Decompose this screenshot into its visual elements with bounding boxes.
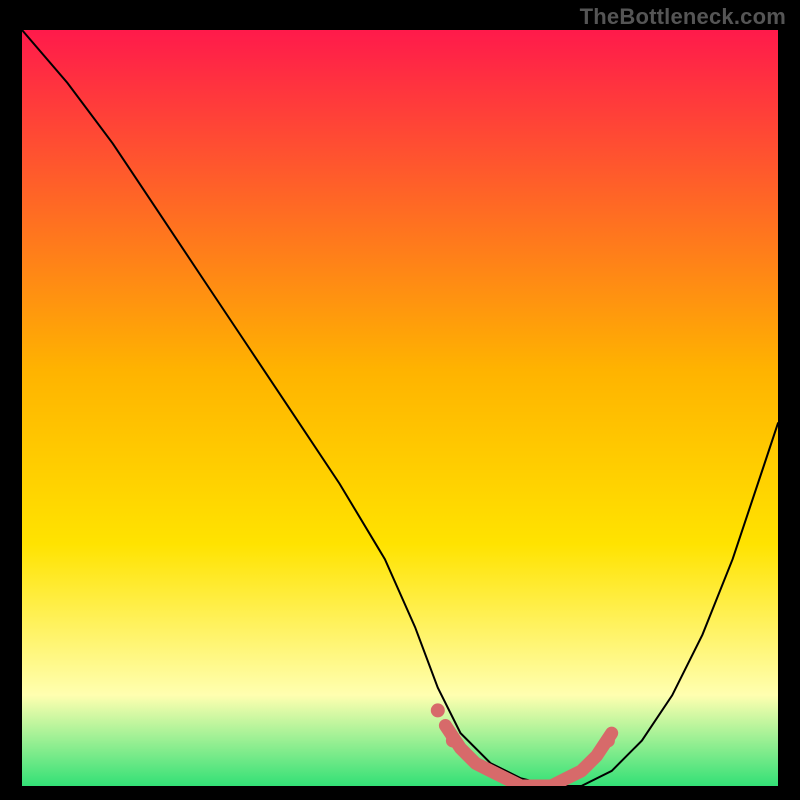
highlight-dot (601, 734, 615, 748)
plot-area (22, 30, 778, 786)
watermark-text: TheBottleneck.com (580, 4, 786, 30)
gradient-background (22, 30, 778, 786)
chart-frame: TheBottleneck.com (0, 0, 800, 800)
highlight-dot (431, 703, 445, 717)
chart-svg (22, 30, 778, 786)
highlight-dot (446, 734, 460, 748)
